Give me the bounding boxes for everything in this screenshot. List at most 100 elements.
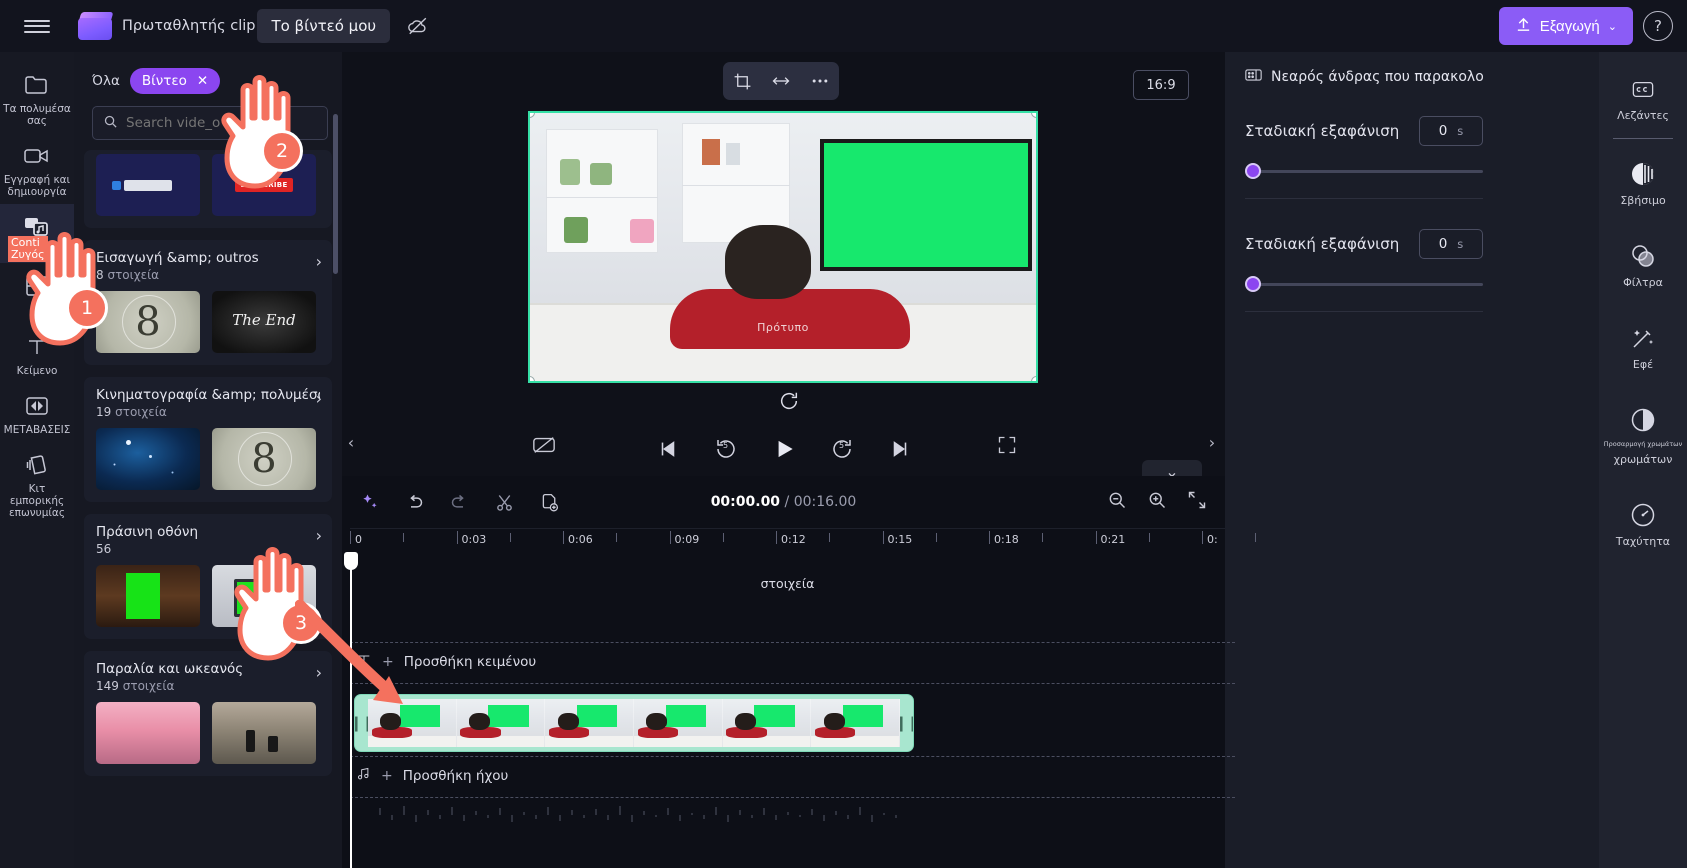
sidebar-item-brand-kit[interactable]: Κιτ εμπορικής επωνυμίας [0,442,74,525]
close-icon[interactable]: ✕ [197,73,208,89]
panel-scrollbar[interactable] [333,114,338,274]
sidebar-item-text[interactable]: Κείμενο [0,324,74,383]
search-box[interactable] [92,106,328,140]
top-bar: Πρωταθλητής clip Το βίντεό μου Εξαγωγή ⌄… [0,0,1687,52]
thumbnail[interactable] [96,565,200,627]
duplicate-icon[interactable] [539,492,560,513]
chevron-right-icon[interactable]: › [316,389,322,408]
video-camera-icon [23,141,51,171]
tool-label: Ταχύτητα [1615,535,1671,548]
tool-fade[interactable]: Σβήσιμο [1599,139,1687,219]
fit-timeline-icon[interactable] [1187,490,1207,514]
chevron-right-icon[interactable]: › [316,252,322,271]
ruler-tick [1202,531,1203,544]
aspect-ratio-button[interactable]: 16:9 [1133,70,1189,100]
category-card-list: Εισαγωγή &amp; outros 8 στοιχεία › Κινημ… [74,150,342,868]
zoom-out-icon[interactable] [1107,490,1127,514]
tool-captions[interactable]: Λεζάντες [1599,52,1687,134]
brand-kit-icon [24,450,50,480]
redo-icon[interactable] [449,492,470,513]
ruler-tick-label: 0:06 [568,533,593,546]
resize-handle-br[interactable] [1031,376,1036,381]
split-scissors-icon[interactable] [494,492,515,513]
undo-icon[interactable] [404,492,425,513]
thumbnail[interactable] [96,291,200,353]
fade-out-slider[interactable] [1245,275,1483,293]
category-card-cinematography[interactable]: Κινηματογραφία &amp; πολυμέσα 19 στοιχεί… [84,377,332,502]
sidebar-item-templates[interactable] [0,263,74,310]
sidebar-item-your-media[interactable]: Τα πολυμέσα σας [0,62,74,133]
category-count: 8 στοιχεία [96,268,160,282]
ruler-tick-minor [935,533,937,542]
search-input[interactable] [126,115,317,131]
more-icon[interactable] [805,66,835,96]
flip-icon[interactable] [766,66,796,96]
time-separator: / [780,494,794,510]
speed-gauge-icon [1630,500,1656,530]
play-icon[interactable] [768,433,800,465]
rewind-5-icon[interactable]: 5 [710,433,742,465]
sidebar-item-record-create[interactable]: Εγγραφή και δημιουργία [0,133,74,204]
export-button[interactable]: Εξαγωγή ⌄ [1498,7,1633,45]
tool-filters[interactable]: Φίλτρα [1599,219,1687,301]
tool-effects[interactable]: Εφέ [1599,301,1687,383]
clip-frame [722,699,812,747]
templates-grid-icon [24,271,50,301]
selected-clip-title: Νεαρός άνδρας που παρακολουθεί τηλεόραση… [1271,69,1483,85]
ruler-tick-minor [509,533,511,542]
fade-icon [1630,159,1656,189]
forward-5-icon[interactable]: 5 [826,433,858,465]
fade-in-slider[interactable] [1245,162,1483,180]
fullscreen-icon[interactable] [997,435,1017,459]
forward-amount: 5 [838,441,845,450]
ruler-tick-label: 0:09 [674,533,700,546]
sidebar-item-transitions[interactable]: ΜΕΤΑΒΑΣΕΙΣ [0,383,74,442]
thumbnail[interactable] [96,702,200,764]
rotate-icon[interactable] [778,390,800,412]
tool-color-adjust[interactable]: Προσαρμογή χρωμάτων χρωμάτων [1599,383,1687,478]
fade-out-value-field[interactable]: 0 s [1419,229,1483,259]
slider-knob[interactable] [1245,163,1261,179]
cloud-off-icon[interactable] [396,0,440,52]
chevron-right-icon[interactable]: › [316,526,322,545]
category-card-intro-outros[interactable]: Εισαγωγή &amp; outros 8 στοιχεία › [84,240,332,365]
preview-float-toolbar [723,62,839,100]
tool-label: Φίλτρα [1623,276,1663,289]
help-icon[interactable]: ? [1643,11,1673,41]
timeline-ruler[interactable]: 0 0:03 0:06 0:09 0:12 0:15 0:18 0:21 0: [350,528,1257,554]
upload-icon [1515,16,1532,37]
zoom-in-icon[interactable] [1147,490,1167,514]
fade-in-value-field[interactable]: 0 s [1419,116,1483,146]
media-browser-panel: Όλα Βίντεο ✕ Εισαγωγή &amp; [74,52,342,868]
filter-chip-all[interactable]: Όλα [92,73,120,89]
hamburger-menu-icon[interactable] [0,0,74,52]
video-clip[interactable]: ❙❙ ❙❙ [354,694,914,752]
thumbnail[interactable] [96,428,200,490]
add-audio-button[interactable]: + Προσθήκη ήχου [356,766,508,785]
thumbnail[interactable] [96,154,200,216]
filter-chip-video[interactable]: Βίντεο ✕ [129,68,221,94]
clip-trim-handle-right[interactable]: ❙❙ [895,695,913,751]
magic-sparkle-icon[interactable] [360,492,380,512]
thumbnail[interactable] [212,428,316,490]
video-preview[interactable]: Πρότυπο [528,111,1038,383]
playhead-handle[interactable] [344,552,358,570]
project-title-tab[interactable]: Το βίντεό μου [257,9,391,43]
crop-icon[interactable] [727,66,757,96]
thumbnail[interactable] [212,291,316,353]
slider-knob[interactable] [1245,276,1261,292]
sidebar-item-label: Κιτ εμπορικής επωνυμίας [8,483,66,519]
right-toolbar: Λεζάντες Σβήσιμο Φίλτρα Εφέ Προσαρμογή χ… [1599,52,1687,868]
tutorial-arrow-3 [295,600,403,704]
skip-forward-icon[interactable] [884,433,916,465]
tool-label: χρωμάτων [1613,453,1673,466]
slider-track [1245,283,1483,286]
ruler-tick-minor [1042,533,1044,542]
skip-back-icon[interactable] [652,433,684,465]
current-time: 00:00.00 [710,494,781,510]
ruler-tick-label: 0:18 [994,533,1019,546]
tool-speed[interactable]: Ταχύτητα [1599,478,1687,560]
category-card[interactable] [84,150,332,228]
thumbnail[interactable] [212,154,316,216]
category-count: 19 στοιχεία [96,405,167,419]
